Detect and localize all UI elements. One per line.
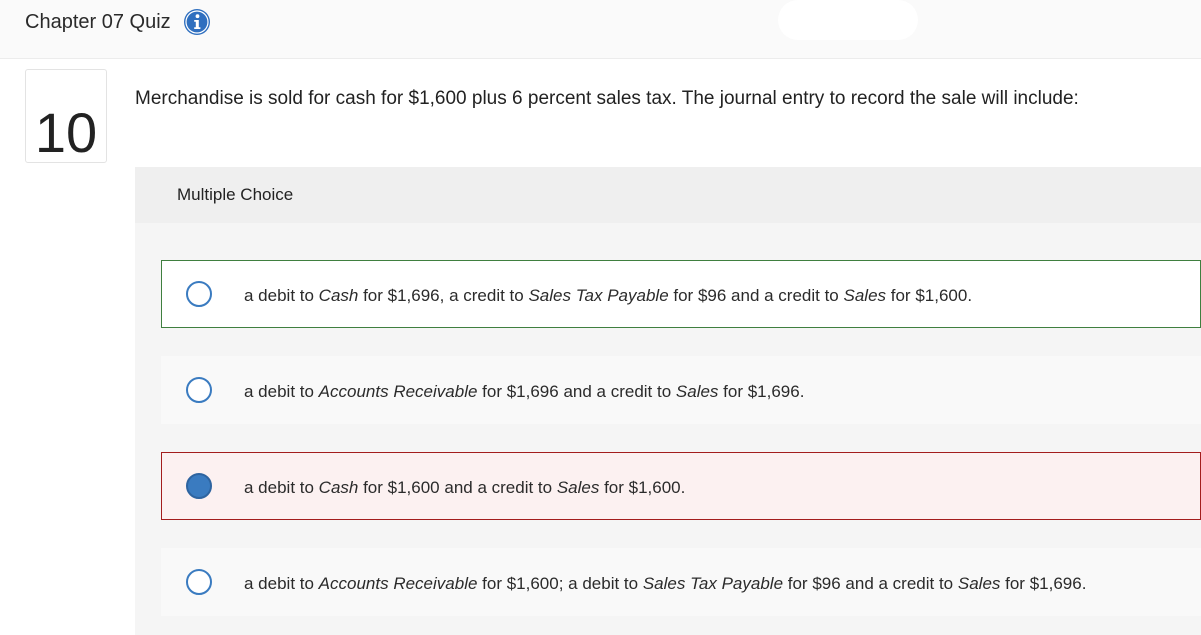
choice-term: Sales xyxy=(843,286,887,305)
choice-text-run: a debit to xyxy=(244,478,319,497)
choice-text-run: a debit to xyxy=(244,286,319,305)
question-type-label: Multiple Choice xyxy=(177,185,294,204)
radio-button[interactable] xyxy=(186,377,212,403)
choice-text-run: a debit to xyxy=(244,574,319,593)
choice-term: Cash xyxy=(318,478,359,497)
choice-text: a debit to Accounts Receivable for $1,69… xyxy=(244,382,804,402)
choice-option-1[interactable]: a debit to Cash for $1,696, a credit to … xyxy=(161,260,1201,328)
answer-panel-header: Multiple Choice xyxy=(135,167,1201,223)
choice-term: Sales Tax Payable xyxy=(528,286,669,305)
header-pill xyxy=(778,0,918,40)
answer-panel: Multiple Choice a debit to Cash for $1,6… xyxy=(135,167,1201,635)
choice-text: a debit to Accounts Receivable for $1,60… xyxy=(244,574,1086,594)
choice-text-run: for $1,696. xyxy=(1000,574,1087,593)
radio-button[interactable] xyxy=(186,473,212,499)
choice-text-run: for $1,600. xyxy=(886,286,973,305)
choice-text-run: for $1,600. xyxy=(599,478,686,497)
choice-term: Sales xyxy=(556,478,600,497)
choice-text: a debit to Cash for $1,696, a credit to … xyxy=(244,286,972,306)
choice-text-run: a debit to xyxy=(244,382,319,401)
choice-text-run: for $1,696. xyxy=(718,382,805,401)
quiz-header: Chapter 07 Quiz xyxy=(0,0,1201,59)
choice-text-run: for $1,600 and a credit to xyxy=(358,478,557,497)
choice-option-3[interactable]: a debit to Cash for $1,600 and a credit … xyxy=(161,452,1201,520)
choice-term: Sales xyxy=(957,574,1001,593)
choice-option-2[interactable]: a debit to Accounts Receivable for $1,69… xyxy=(161,356,1201,424)
choice-option-4[interactable]: a debit to Accounts Receivable for $1,60… xyxy=(161,548,1201,616)
info-icon[interactable] xyxy=(183,8,211,36)
choice-term: Sales xyxy=(675,382,719,401)
choice-text-run: for $96 and a credit to xyxy=(783,574,958,593)
question-number-box: 10 xyxy=(25,69,107,164)
question-number: 10 xyxy=(34,101,98,164)
choice-text: a debit to Cash for $1,600 and a credit … xyxy=(244,478,685,498)
choice-text-run: for $1,696, a credit to xyxy=(358,286,529,305)
choice-term: Accounts Receivable xyxy=(318,382,478,401)
choice-text-run: for $1,696 and a credit to xyxy=(477,382,676,401)
question-prompt: Merchandise is sold for cash for $1,600 … xyxy=(135,88,1079,109)
choice-text-run: for $96 and a credit to xyxy=(668,286,844,305)
choice-text-run: for $1,600; a debit to xyxy=(477,574,643,593)
choice-term: Cash xyxy=(318,286,359,305)
choice-term: Sales Tax Payable xyxy=(642,574,784,593)
radio-button[interactable] xyxy=(186,569,212,595)
quiz-title: Chapter 07 Quiz xyxy=(25,11,171,33)
radio-button[interactable] xyxy=(186,281,212,307)
choice-term: Accounts Receivable xyxy=(318,574,478,593)
